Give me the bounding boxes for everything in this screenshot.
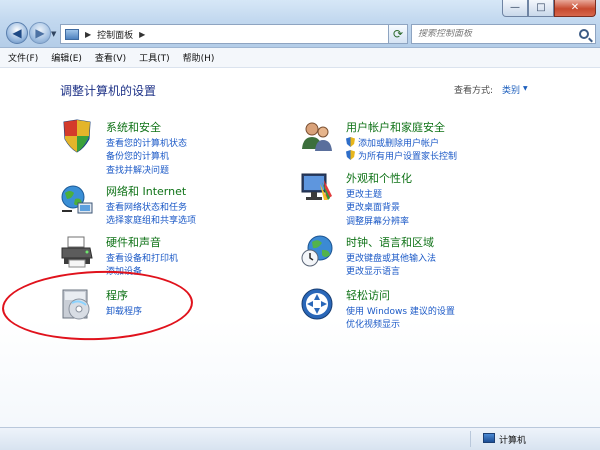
link-parental-controls[interactable]: 为所有用户设置家长控制: [346, 149, 457, 162]
ease-of-access-icon[interactable]: [300, 287, 334, 321]
link-change-theme[interactable]: 更改主题: [346, 187, 382, 200]
link-change-background[interactable]: 更改桌面背景: [346, 200, 400, 213]
menu-edit[interactable]: 编辑(E): [51, 51, 82, 64]
category-clock-language: 时钟、语言和区域 更改键盘或其他输入法 更改显示语言: [300, 234, 540, 284]
address-bar[interactable]: ▶ 控制面板 ▶ ▼: [60, 24, 408, 44]
search-box[interactable]: [411, 24, 596, 44]
view-by-dropdown-icon[interactable]: ▼: [523, 85, 528, 92]
menu-tools[interactable]: 工具(T): [139, 51, 170, 64]
uac-shield-icon: [346, 150, 355, 160]
link-keyboard-input[interactable]: 更改键盘或其他输入法: [346, 251, 436, 264]
status-bar: 计算机: [0, 427, 600, 450]
category-title-network[interactable]: 网络和 Internet: [106, 183, 186, 199]
category-appearance: 外观和个性化 更改主题 更改桌面背景 调整屏幕分辨率: [300, 170, 540, 230]
category-user-accounts: 用户帐户和家庭安全 添加或删除用户帐户 为所有用户设置家长控制: [300, 119, 540, 169]
category-system-security: 系统和安全 查看您的计算机状态 备份您的计算机 查找并解决问题: [60, 119, 280, 179]
category-title-system[interactable]: 系统和安全: [106, 119, 161, 135]
category-title-hardware[interactable]: 硬件和声音: [106, 234, 161, 250]
appearance-monitor-icon[interactable]: [300, 170, 334, 204]
control-panel-icon: [65, 28, 79, 40]
category-title-clock[interactable]: 时钟、语言和区域: [346, 234, 434, 250]
menu-file[interactable]: 文件(F): [8, 51, 38, 64]
history-dropdown-icon[interactable]: ▼: [51, 30, 56, 38]
window-chrome: — □ ✕ ◀ ▶ ▼ ▶ 控制面板 ▶ ▼ ⟳: [0, 0, 600, 48]
menu-bar: 文件(F) 编辑(E) 查看(V) 工具(T) 帮助(H): [0, 48, 600, 68]
category-title-appearance[interactable]: 外观和个性化: [346, 170, 412, 186]
link-label: 为所有用户设置家长控制: [358, 152, 458, 162]
computer-icon: [483, 433, 495, 443]
control-panel-main: 调整计算机的设置 查看方式: 类别 ▼ 系统和安全 查看您的计算机状态 备份您的…: [0, 69, 600, 427]
menu-help[interactable]: 帮助(H): [183, 51, 215, 64]
category-network-internet: 网络和 Internet 查看网络状态和任务 选择家庭组和共享选项: [60, 183, 280, 233]
category-title-users[interactable]: 用户帐户和家庭安全: [346, 119, 445, 135]
network-globe-icon[interactable]: [60, 183, 94, 217]
breadcrumb-control-panel[interactable]: 控制面板: [97, 28, 133, 41]
status-computer-label: 计算机: [499, 436, 527, 446]
link-homegroup-sharing[interactable]: 选择家庭组和共享选项: [106, 213, 196, 226]
clock-globe-icon[interactable]: [300, 234, 334, 268]
category-ease-of-access: 轻松访问 使用 Windows 建议的设置 优化视频显示: [300, 287, 540, 337]
link-add-remove-accounts[interactable]: 添加或删除用户帐户: [346, 136, 439, 149]
view-by-label: 查看方式:: [454, 86, 494, 96]
link-screen-resolution[interactable]: 调整屏幕分辨率: [346, 214, 409, 227]
users-icon[interactable]: [300, 119, 334, 153]
link-backup-computer[interactable]: 备份您的计算机: [106, 149, 169, 162]
link-network-status[interactable]: 查看网络状态和任务: [106, 200, 187, 213]
menu-view[interactable]: 查看(V): [95, 51, 126, 64]
category-title-ease[interactable]: 轻松访问: [346, 287, 390, 303]
breadcrumb-separator-icon[interactable]: ▶: [85, 30, 91, 39]
link-label: 添加或删除用户帐户: [358, 139, 440, 149]
view-by-select[interactable]: 类别: [502, 83, 520, 96]
link-view-computer-status[interactable]: 查看您的计算机状态: [106, 136, 187, 149]
maximize-button[interactable]: □: [528, 0, 554, 17]
window-controls: — □ ✕: [502, 0, 596, 18]
page-title: 调整计算机的设置: [60, 84, 157, 98]
breadcrumb-chevron-icon[interactable]: ▶: [139, 30, 145, 39]
back-button[interactable]: ◀: [6, 22, 28, 44]
close-button[interactable]: ✕: [554, 0, 596, 17]
link-devices-printers[interactable]: 查看设备和打印机: [106, 251, 178, 264]
link-troubleshoot[interactable]: 查找并解决问题: [106, 163, 169, 176]
link-optimize-display[interactable]: 优化视频显示: [346, 317, 400, 330]
search-icon[interactable]: [579, 29, 589, 39]
search-input[interactable]: [418, 29, 568, 39]
link-display-language[interactable]: 更改显示语言: [346, 264, 400, 277]
status-divider: [470, 431, 471, 447]
forward-button[interactable]: ▶: [29, 22, 51, 44]
minimize-button[interactable]: —: [502, 0, 528, 17]
link-windows-suggested-settings[interactable]: 使用 Windows 建议的设置: [346, 304, 455, 317]
system-security-icon[interactable]: [60, 119, 94, 153]
refresh-button[interactable]: ⟳: [388, 24, 408, 44]
printer-icon[interactable]: [60, 234, 94, 268]
uac-shield-icon: [346, 137, 355, 147]
